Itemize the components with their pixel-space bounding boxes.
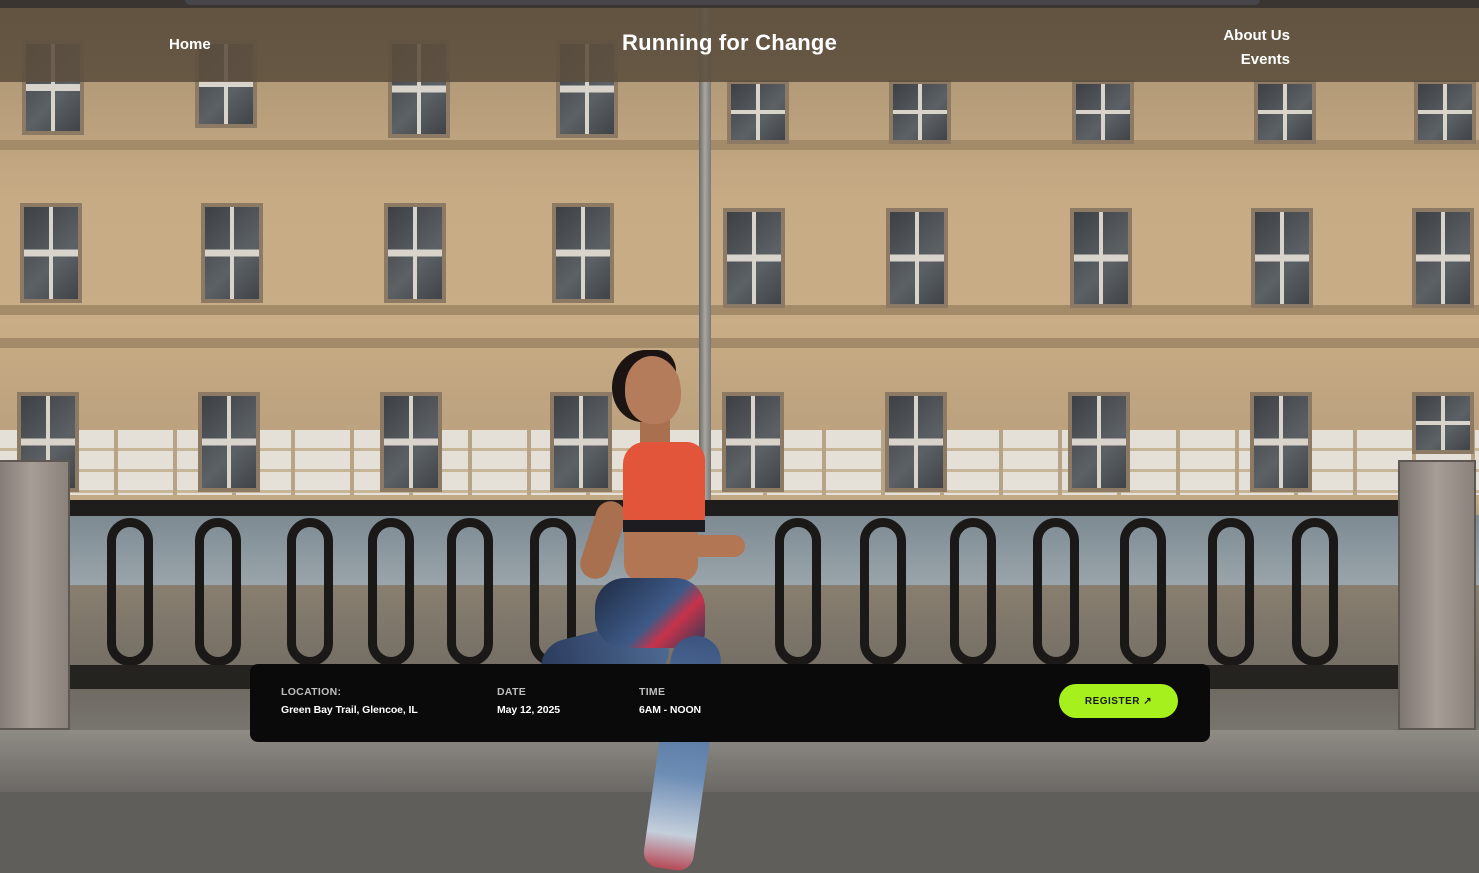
event-date: DATE May 12, 2025 — [497, 686, 560, 716]
railing-baluster — [287, 518, 333, 666]
building-window — [552, 203, 614, 303]
building-window — [198, 392, 260, 492]
railing-baluster — [1208, 518, 1254, 666]
railing-baluster — [950, 518, 996, 666]
building-window — [1412, 392, 1474, 454]
event-date-label: DATE — [497, 686, 527, 698]
railing-baluster — [775, 518, 821, 666]
browser-tab-strip — [185, 0, 1260, 5]
building-window — [380, 392, 442, 492]
railing-baluster — [1120, 518, 1166, 666]
building-window — [1412, 208, 1474, 308]
granite-pillar — [0, 460, 70, 730]
event-time-value: 6AM - NOON — [639, 704, 702, 716]
event-time-label: TIME — [639, 686, 666, 698]
building-window — [1251, 208, 1313, 308]
railing-baluster — [368, 518, 414, 666]
railing-baluster — [1292, 518, 1338, 666]
event-location: LOCATION: Green Bay Trail, Glencoe, IL — [281, 686, 418, 716]
building-window — [886, 208, 948, 308]
railing-baluster — [860, 518, 906, 666]
railing-baluster — [107, 518, 153, 666]
building-window — [384, 203, 446, 303]
runner-sports-top — [623, 442, 705, 524]
building-ledge — [0, 338, 1479, 348]
railing-baluster — [447, 518, 493, 666]
runner-arm — [576, 497, 630, 583]
building-window — [1414, 80, 1476, 144]
browser-top-edge — [0, 0, 1479, 8]
nav-link-about-us[interactable]: About Us — [1223, 24, 1290, 48]
building-window — [1254, 80, 1316, 144]
building-window — [727, 80, 789, 144]
building-window — [1250, 392, 1312, 492]
site-header: Home Running for Change About Us Events — [0, 8, 1479, 82]
event-location-value: Green Bay Trail, Glencoe, IL — [281, 704, 418, 716]
building-window — [885, 392, 947, 492]
runner-forearm — [690, 535, 745, 557]
event-info-card: LOCATION: Green Bay Trail, Glencoe, IL D… — [250, 664, 1210, 742]
nav-link-events[interactable]: Events — [1223, 48, 1290, 72]
event-time: TIME 6AM - NOON — [639, 686, 701, 716]
building-window — [1070, 208, 1132, 308]
granite-pillar — [1398, 460, 1476, 730]
register-button[interactable]: REGISTER ↗ — [1059, 684, 1178, 718]
event-date-value: May 12, 2025 — [497, 704, 561, 716]
railing-baluster — [195, 518, 241, 666]
railing-baluster — [1033, 518, 1079, 666]
building-window — [201, 203, 263, 303]
building-window — [1072, 80, 1134, 144]
runner-head — [625, 356, 681, 424]
runner-top-band — [623, 520, 705, 532]
building-window — [20, 203, 82, 303]
building-window — [1068, 392, 1130, 492]
building-window — [889, 80, 951, 144]
building-window — [723, 208, 785, 308]
nav-right-menu: About Us Events — [1223, 24, 1290, 72]
event-location-label: LOCATION: — [281, 686, 342, 698]
runner-torso — [624, 530, 698, 582]
hero-background-image — [0, 0, 1479, 873]
runner-figure — [534, 350, 760, 873]
